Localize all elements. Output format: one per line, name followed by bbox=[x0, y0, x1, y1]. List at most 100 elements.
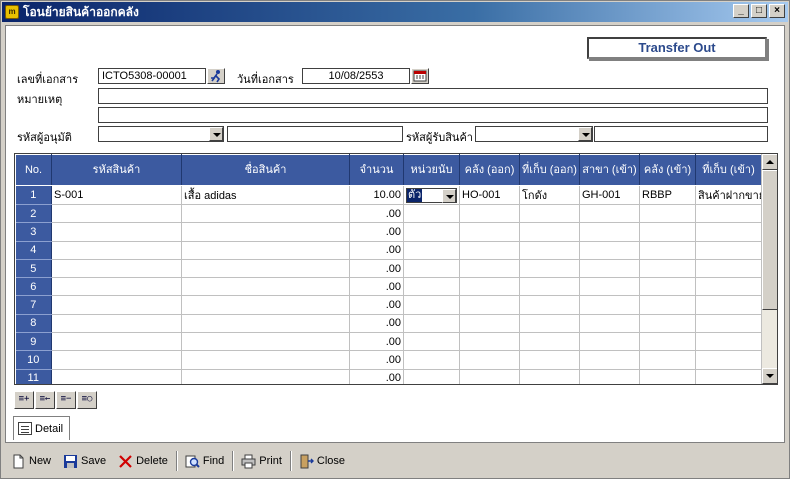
cell-code[interactable] bbox=[51, 332, 182, 352]
col-header-unit[interactable]: หน่วยนับ bbox=[403, 154, 460, 186]
cell-loc-in[interactable] bbox=[695, 259, 762, 279]
cell-loc-in[interactable] bbox=[695, 369, 762, 384]
cell-name[interactable] bbox=[181, 204, 350, 224]
cell-code[interactable] bbox=[51, 295, 182, 315]
cell-loc-out[interactable] bbox=[519, 350, 580, 370]
cell-qty[interactable]: .00 bbox=[349, 295, 404, 315]
cell-loc-in[interactable]: สินค้าฝากขาย bbox=[695, 185, 762, 205]
cell-wh-out[interactable] bbox=[459, 332, 520, 352]
cell-branch-in[interactable] bbox=[579, 350, 640, 370]
cell-branch-in[interactable] bbox=[579, 332, 640, 352]
cell-wh-in[interactable] bbox=[639, 259, 696, 279]
append-row-icon[interactable]: ≡← bbox=[35, 391, 55, 409]
cell-code[interactable] bbox=[51, 350, 182, 370]
cell-unit[interactable] bbox=[403, 295, 460, 315]
cell-branch-in[interactable] bbox=[579, 222, 640, 242]
cell-unit[interactable] bbox=[403, 241, 460, 260]
cell-qty[interactable]: 10.00 bbox=[349, 185, 404, 205]
table-row[interactable]: 11.00 bbox=[15, 369, 762, 384]
cell-wh-out[interactable] bbox=[459, 259, 520, 279]
cell-name[interactable] bbox=[181, 222, 350, 242]
cell-loc-out[interactable] bbox=[519, 314, 580, 334]
close-button[interactable]: Close bbox=[293, 449, 351, 473]
chevron-down-icon[interactable] bbox=[442, 188, 456, 203]
cell-qty[interactable]: .00 bbox=[349, 259, 404, 279]
cell-wh-in[interactable] bbox=[639, 350, 696, 370]
cell-wh-out[interactable]: HO-001 bbox=[459, 185, 520, 205]
table-row[interactable]: 4.00 bbox=[15, 241, 762, 260]
cell-wh-in[interactable] bbox=[639, 314, 696, 334]
chevron-down-icon[interactable] bbox=[578, 127, 592, 141]
cell-wh-out[interactable] bbox=[459, 369, 520, 384]
cell-name[interactable] bbox=[181, 295, 350, 315]
cell-loc-in[interactable] bbox=[695, 350, 762, 370]
cell-qty[interactable]: .00 bbox=[349, 241, 404, 260]
cell-branch-in[interactable] bbox=[579, 259, 640, 279]
new-button[interactable]: New bbox=[5, 449, 57, 473]
delete-row-icon[interactable]: ≡− bbox=[56, 391, 76, 409]
cell-loc-in[interactable] bbox=[695, 222, 762, 242]
cell-qty[interactable]: .00 bbox=[349, 350, 404, 370]
cell-loc-in[interactable] bbox=[695, 277, 762, 297]
cell-loc-out[interactable]: โกดัง bbox=[519, 185, 580, 205]
col-header-wh-out[interactable]: คลัง (ออก) bbox=[459, 154, 520, 186]
insert-row-icon[interactable]: ≡+ bbox=[14, 391, 34, 409]
table-row[interactable]: 6.00 bbox=[15, 277, 762, 297]
cell-code[interactable] bbox=[51, 314, 182, 334]
cell-wh-in[interactable] bbox=[639, 277, 696, 297]
approver-select[interactable] bbox=[98, 126, 224, 142]
remark-field-1[interactable] bbox=[98, 88, 768, 104]
cell-loc-in[interactable] bbox=[695, 241, 762, 260]
cell-loc-in[interactable] bbox=[695, 332, 762, 352]
cell-name[interactable]: เสื้อ adidas bbox=[181, 185, 350, 205]
cell-name[interactable] bbox=[181, 277, 350, 297]
cell-branch-in[interactable] bbox=[579, 295, 640, 315]
search-row-icon[interactable]: ≡○ bbox=[77, 391, 97, 409]
cell-unit[interactable] bbox=[403, 204, 460, 224]
table-row[interactable]: 1 S-001 เสื้อ adidas 10.00 ตัว HO-001 โกดัง GH-… bbox=[15, 185, 762, 205]
cell-unit[interactable] bbox=[403, 332, 460, 352]
receiver-select[interactable] bbox=[475, 126, 593, 142]
scroll-up-icon[interactable] bbox=[762, 154, 777, 170]
cell-wh-out[interactable] bbox=[459, 295, 520, 315]
cell-loc-out[interactable] bbox=[519, 222, 580, 242]
cell-wh-in[interactable] bbox=[639, 222, 696, 242]
doc-no-lookup-button[interactable] bbox=[207, 68, 225, 84]
calendar-button[interactable] bbox=[411, 68, 429, 84]
cell-loc-out[interactable] bbox=[519, 295, 580, 315]
table-row[interactable]: 9.00 bbox=[15, 332, 762, 352]
cell-wh-out[interactable] bbox=[459, 204, 520, 224]
chevron-down-icon[interactable] bbox=[209, 127, 223, 141]
cell-qty[interactable]: .00 bbox=[349, 277, 404, 297]
cell-wh-out[interactable] bbox=[459, 350, 520, 370]
scroll-down-icon[interactable] bbox=[762, 368, 777, 384]
col-header-no[interactable]: No. bbox=[15, 154, 52, 186]
cell-branch-in[interactable] bbox=[579, 241, 640, 260]
cell-qty[interactable]: .00 bbox=[349, 204, 404, 224]
find-button[interactable]: Find bbox=[179, 449, 230, 473]
table-row[interactable]: 7.00 bbox=[15, 295, 762, 315]
cell-loc-out[interactable] bbox=[519, 259, 580, 279]
remark-field-2[interactable] bbox=[98, 107, 768, 123]
cell-name[interactable] bbox=[181, 332, 350, 352]
minimize-button[interactable]: _ bbox=[733, 4, 749, 18]
col-header-qty[interactable]: จำนวน bbox=[349, 154, 404, 186]
cell-unit[interactable] bbox=[403, 369, 460, 384]
table-row[interactable]: 5.00 bbox=[15, 259, 762, 279]
cell-loc-in[interactable] bbox=[695, 314, 762, 334]
cell-loc-out[interactable] bbox=[519, 332, 580, 352]
cell-code[interactable] bbox=[51, 204, 182, 224]
cell-qty[interactable]: .00 bbox=[349, 332, 404, 352]
title-bar[interactable]: m โอนย้ายสินค้าออกคลัง _ □ × bbox=[2, 2, 788, 22]
print-button[interactable]: Print bbox=[235, 449, 288, 473]
cell-name[interactable] bbox=[181, 241, 350, 260]
table-row[interactable]: 10.00 bbox=[15, 350, 762, 370]
cell-loc-in[interactable] bbox=[695, 295, 762, 315]
col-header-code[interactable]: รหัสสินค้า bbox=[51, 154, 182, 186]
cell-code[interactable] bbox=[51, 277, 182, 297]
cell-wh-in[interactable] bbox=[639, 295, 696, 315]
unit-select[interactable]: ตัว bbox=[406, 187, 457, 203]
cell-loc-out[interactable] bbox=[519, 241, 580, 260]
cell-wh-in[interactable] bbox=[639, 369, 696, 384]
close-window-button[interactable]: × bbox=[769, 4, 785, 18]
